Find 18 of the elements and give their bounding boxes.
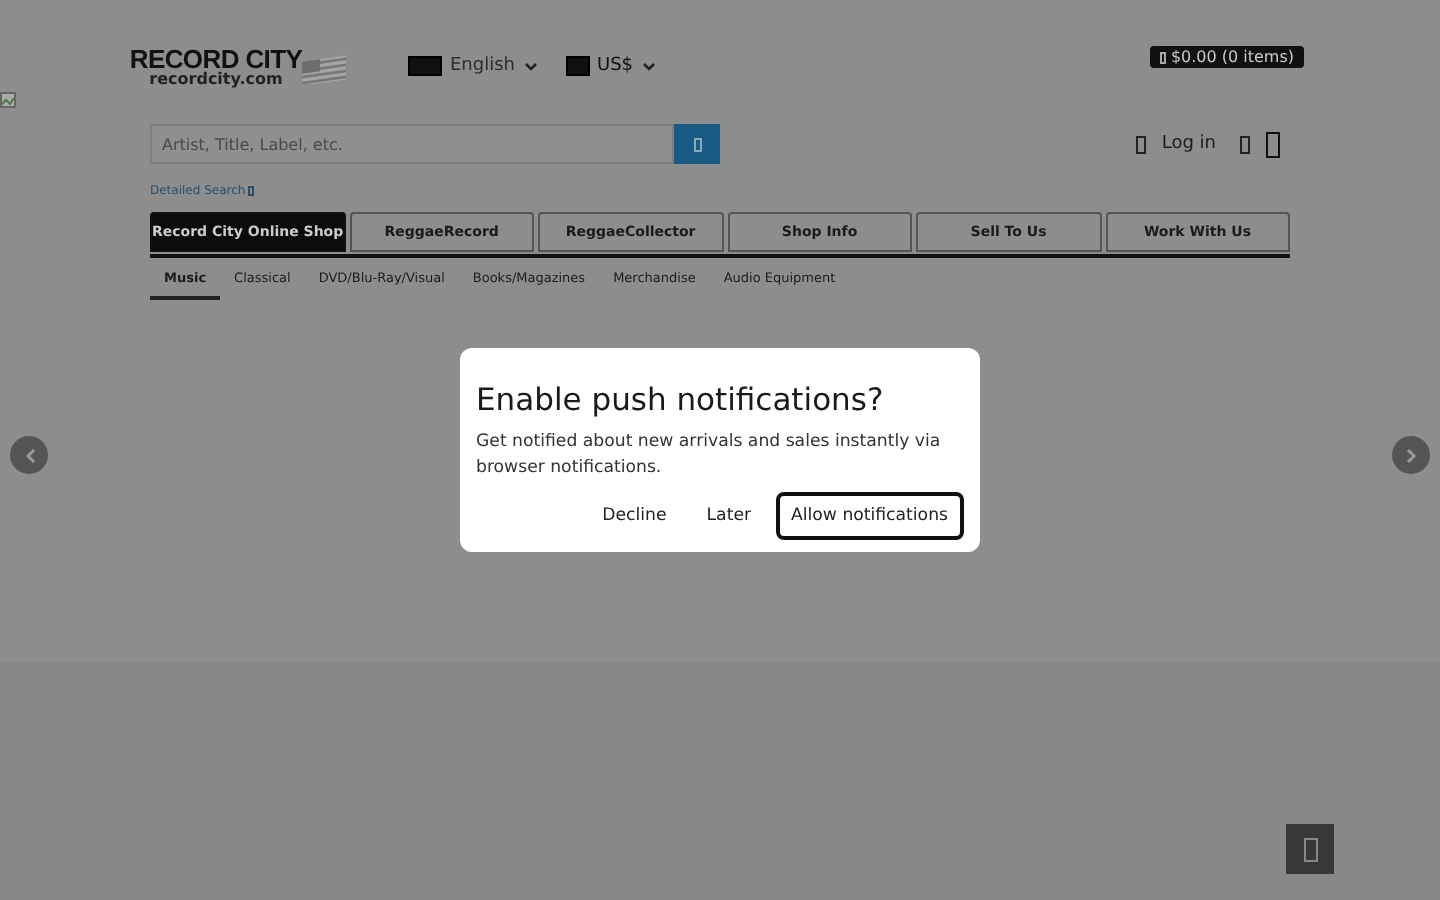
previous-button[interactable] — [10, 436, 48, 474]
back-to-top-button[interactable] — [1286, 824, 1334, 874]
dialog-message: Get notified about new arrivals and sales instantly via browser notifications. — [476, 430, 943, 482]
chevron-left-icon — [23, 447, 35, 463]
login-link[interactable]: Log in — [1161, 134, 1216, 154]
allow-button[interactable]: Allow notifications — [775, 492, 964, 540]
chevron-right-icon — [1405, 447, 1417, 463]
search-button[interactable] — [674, 124, 720, 164]
caret-icon — [641, 61, 656, 71]
broken-image-icon — [0, 92, 16, 108]
cart-badge[interactable]: $0.00 (0 items) — [1150, 46, 1304, 68]
next-button[interactable] — [1392, 436, 1430, 474]
caret-icon — [523, 61, 537, 71]
language-select[interactable]: English — [408, 56, 537, 76]
search-field[interactable]: Artist, Title, Label, etc. — [150, 124, 674, 164]
flag-icon — [300, 52, 348, 84]
currency-select[interactable]: US$ — [565, 56, 656, 76]
dialog-title: Enable push notifications? — [476, 382, 886, 418]
